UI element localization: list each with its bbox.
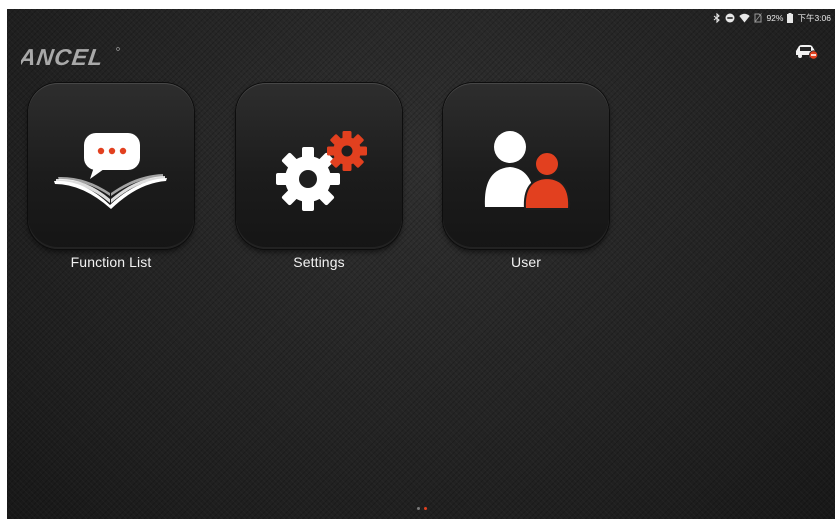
book-chat-icon: [54, 133, 167, 209]
status-bar: 92% 下午3:06: [713, 11, 831, 25]
battery-percent: 92%: [766, 13, 784, 23]
function-list-app[interactable]: Function List: [28, 83, 194, 270]
gears-icon: [276, 131, 367, 211]
car-connection-button[interactable]: [793, 43, 819, 66]
page-indicator: [417, 507, 427, 510]
do-not-disturb-icon: [725, 13, 735, 23]
car-connection-icon: [796, 45, 819, 60]
tablet-screen: 92% 下午3:06 ANCEL Function List Settings …: [7, 9, 835, 519]
users-icon: [484, 131, 571, 210]
settings-tile[interactable]: [236, 83, 402, 249]
no-sim-icon: [754, 13, 763, 23]
page-dot[interactable]: [424, 507, 427, 510]
wifi-icon: [739, 13, 751, 23]
user-label: User: [511, 254, 541, 270]
user-app[interactable]: User: [443, 83, 609, 270]
page-dot[interactable]: [417, 507, 420, 510]
user-tile[interactable]: [443, 83, 609, 249]
battery-icon: [787, 13, 794, 23]
function-list-tile[interactable]: [28, 83, 194, 249]
logo-text: ANCEL: [21, 45, 105, 69]
settings-label: Settings: [293, 254, 345, 270]
bluetooth-icon: [713, 13, 721, 23]
function-list-label: Function List: [70, 254, 152, 270]
ancel-logo: ANCEL: [16, 44, 121, 74]
clock: 下午3:06: [797, 13, 831, 23]
settings-app[interactable]: Settings: [236, 83, 402, 270]
